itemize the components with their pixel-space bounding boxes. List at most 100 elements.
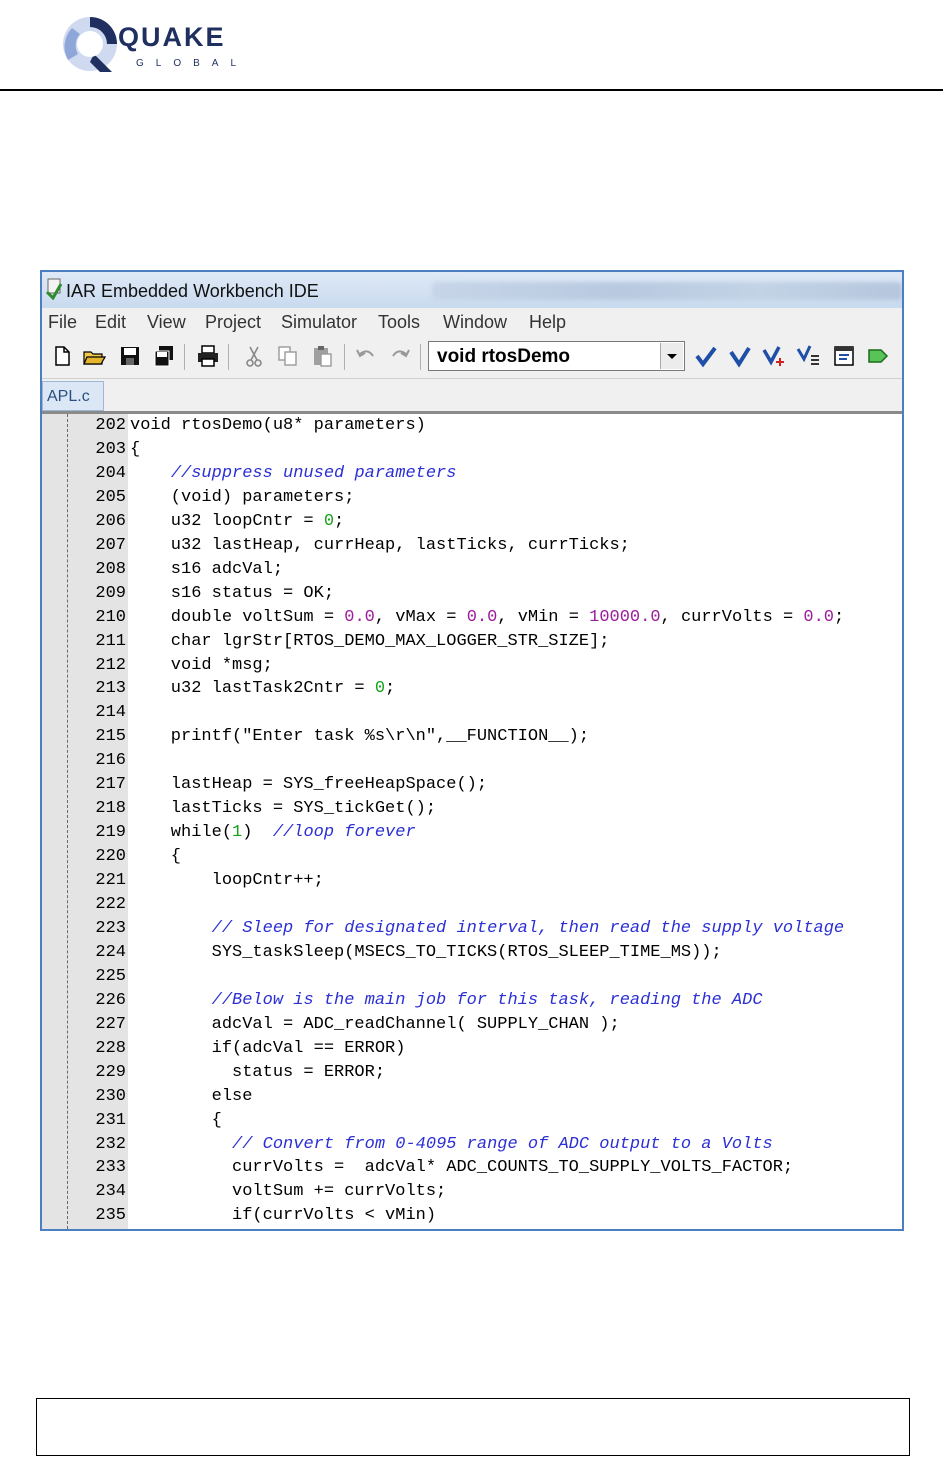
function-navigator-combo[interactable]: void rtosDemo (428, 341, 685, 371)
code-line[interactable]: 218 lastTicks = SYS_tickGet(); (42, 797, 902, 821)
code-line[interactable]: 207 u32 lastHeap, currHeap, lastTicks, c… (42, 534, 902, 558)
code-line[interactable]: 205 (void) parameters; (42, 486, 902, 510)
code-line[interactable]: 203{ (42, 438, 902, 462)
code-text: lastHeap = SYS_freeHeapSpace(); (130, 775, 487, 794)
paste-icon[interactable] (310, 344, 334, 368)
undo-icon[interactable] (354, 344, 378, 368)
editor-tab-bar: APL.c (42, 379, 902, 414)
code-token: printf("Enter task %s\r\n",__FUNCTION__)… (130, 727, 590, 746)
tab-apl-c[interactable]: APL.c (42, 381, 104, 411)
toolbar-separator (344, 344, 345, 370)
copy-icon[interactable] (276, 344, 300, 368)
code-line[interactable]: 219 while(1) //loop forever (42, 821, 902, 845)
cut-icon[interactable] (242, 344, 266, 368)
menu-project[interactable]: Project (205, 312, 261, 333)
code-line[interactable]: 222 (42, 893, 902, 917)
code-text: adcVal = ADC_readChannel( SUPPLY_CHAN ); (130, 1015, 620, 1034)
chevron-down-icon (667, 354, 677, 359)
redo-icon[interactable] (388, 344, 412, 368)
menu-tools[interactable]: Tools (378, 312, 420, 333)
save-icon[interactable] (118, 344, 142, 368)
menu-window[interactable]: Window (443, 312, 507, 333)
code-text: else (130, 1087, 253, 1106)
code-line[interactable]: 209 s16 status = OK; (42, 582, 902, 606)
code-text: double voltSum = 0.0, vMax = 0.0, vMin =… (130, 608, 844, 627)
toolbar-separator (228, 344, 229, 370)
code-line[interactable]: 225 (42, 965, 902, 989)
menu-edit[interactable]: Edit (95, 312, 126, 333)
line-number: 222 (95, 895, 126, 914)
new-file-icon[interactable] (50, 344, 74, 368)
code-line[interactable]: 233 currVolts = adcVal* ADC_COUNTS_TO_SU… (42, 1156, 902, 1180)
menu-bar: File Edit View Project Simulator Tools W… (42, 308, 902, 336)
code-line[interactable]: 212 void *msg; (42, 654, 902, 678)
menu-view[interactable]: View (147, 312, 186, 333)
code-token: , vMin = (497, 608, 590, 627)
make-tag-icon[interactable] (866, 344, 890, 368)
code-text: //Below is the main job for this task, r… (130, 991, 763, 1010)
code-line[interactable]: 227 adcVal = ADC_readChannel( SUPPLY_CHA… (42, 1013, 902, 1037)
line-number: 216 (95, 751, 126, 770)
code-line[interactable]: 228 if(adcVal == ERROR) (42, 1037, 902, 1061)
check-icon[interactable] (694, 344, 718, 368)
numeric-literal: 0.0 (344, 608, 375, 627)
code-text: void *msg; (130, 656, 273, 675)
code-text: s16 status = OK; (130, 584, 334, 603)
code-line[interactable]: 211 char lgrStr[RTOS_DEMO_MAX_LOGGER_STR… (42, 630, 902, 654)
code-token: loopCntr++; (130, 871, 324, 890)
code-text: char lgrStr[RTOS_DEMO_MAX_LOGGER_STR_SIZ… (130, 632, 610, 651)
code-line[interactable]: 235 if(currVolts < vMin) (42, 1204, 902, 1228)
code-token: char lgrStr[RTOS_DEMO_MAX_LOGGER_STR_SIZ… (130, 632, 610, 651)
code-token: s16 adcVal; (130, 560, 284, 579)
code-line[interactable]: 216 (42, 749, 902, 773)
line-number: 226 (95, 991, 126, 1010)
code-line[interactable]: 210 double voltSum = 0.0, vMax = 0.0, vM… (42, 606, 902, 630)
code-line[interactable]: 221 loopCntr++; (42, 869, 902, 893)
code-line[interactable]: 213 u32 lastTask2Cntr = 0; (42, 677, 902, 701)
numeric-literal: 1 (232, 823, 243, 842)
code-token: status = ERROR; (130, 1063, 386, 1082)
code-text: if(adcVal == ERROR) (130, 1039, 406, 1058)
check-add-icon[interactable] (762, 344, 786, 368)
code-line[interactable]: 231 { (42, 1109, 902, 1133)
code-token: ; (385, 679, 396, 698)
menu-help[interactable]: Help (529, 312, 566, 333)
line-number: 205 (95, 488, 126, 507)
code-line[interactable]: 224 SYS_taskSleep(MSECS_TO_TICKS(RTOS_SL… (42, 941, 902, 965)
code-line[interactable]: 217 lastHeap = SYS_freeHeapSpace(); (42, 773, 902, 797)
code-line[interactable]: 208 s16 adcVal; (42, 558, 902, 582)
code-text: s16 adcVal; (130, 560, 283, 579)
code-line[interactable]: 214 (42, 701, 902, 725)
code-line[interactable]: 229 status = ERROR; (42, 1061, 902, 1085)
numeric-literal: 0.0 (803, 608, 834, 627)
code-line[interactable]: 234 voltSum += currVolts; (42, 1180, 902, 1204)
code-token: , vMax = (374, 608, 467, 627)
menu-file[interactable]: File (48, 312, 77, 333)
combo-dropdown-button[interactable] (660, 343, 683, 369)
code-line[interactable]: 206 u32 loopCntr = 0; (42, 510, 902, 534)
code-editor[interactable]: 202 void rtosDemo(u8* parameters) 203{204 … (42, 414, 902, 1229)
code-token: void *msg; (130, 656, 273, 675)
code-line[interactable]: 230 else (42, 1085, 902, 1109)
code-line[interactable]: 223 // Sleep for designated interval, th… (42, 917, 902, 941)
code-comment: // Sleep for designated interval, then r… (211, 919, 845, 938)
code-line[interactable]: 232 // Convert from 0-4095 range of ADC … (42, 1133, 902, 1157)
check-list-icon[interactable] (796, 344, 820, 368)
line-number: 235 (95, 1206, 126, 1225)
code-line[interactable]: 202 void rtosDemo(u8* parameters) (42, 414, 902, 438)
function-navigator-value: void rtosDemo (437, 346, 571, 367)
open-folder-icon[interactable] (82, 344, 106, 368)
code-line[interactable]: 226 //Below is the main job for this tas… (42, 989, 902, 1013)
code-line[interactable]: 204 //suppress unused parameters (42, 462, 902, 486)
code-token: currVolts = adcVal* ADC_COUNTS_TO_SUPPLY… (130, 1158, 794, 1177)
print-icon[interactable] (196, 344, 220, 368)
save-all-icon[interactable] (152, 344, 176, 368)
debug-window-icon[interactable] (832, 344, 856, 368)
code-line[interactable]: 220 { (42, 845, 902, 869)
code-token: void rtosDemo(u8* parameters) (130, 416, 426, 435)
line-number: 220 (95, 847, 126, 866)
menu-simulator[interactable]: Simulator (281, 312, 357, 333)
check-down-icon[interactable] (728, 344, 752, 368)
code-line[interactable]: 215 printf("Enter task %s\r\n",__FUNCTIO… (42, 725, 902, 749)
